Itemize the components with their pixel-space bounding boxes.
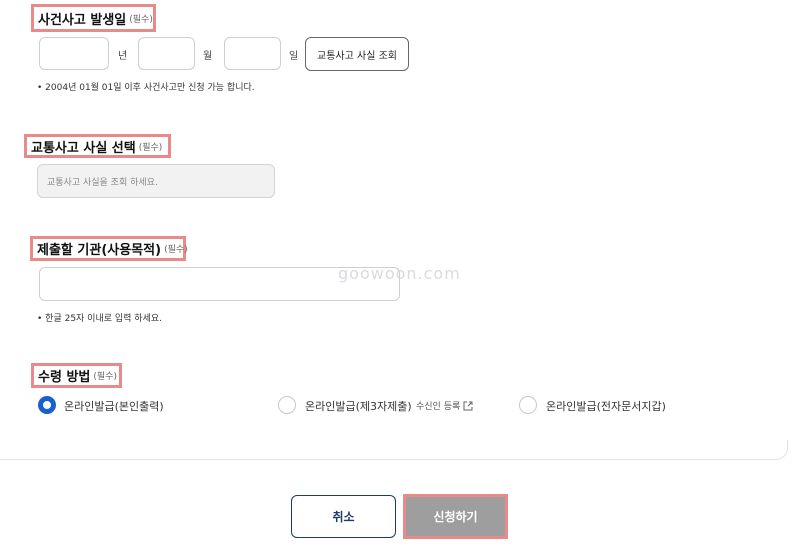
- accident-select-title-highlight: 교통사고 사실 선택 (필수): [24, 134, 171, 158]
- accident-lookup-button[interactable]: 교통사고 사실 조회: [305, 37, 409, 71]
- accident-select-title: 교통사고 사실 선택: [31, 140, 136, 156]
- institution-title: 제출할 기관(사용목적): [37, 243, 162, 258]
- accident-date-title: 사건사고 발생일: [38, 12, 127, 28]
- required-mark: (필수): [93, 372, 117, 382]
- radio-self-print-label[interactable]: 온라인발급(본인출력): [64, 398, 164, 414]
- month-input[interactable]: [138, 37, 195, 70]
- radio-third-party-label[interactable]: 온라인발급(제3자제출): [305, 398, 412, 414]
- radio-self-print[interactable]: [38, 396, 56, 414]
- accident-date-title-highlight: 사건사고 발생일 (필수): [31, 4, 156, 32]
- recipient-register-label: 수신인 등록: [416, 402, 461, 412]
- required-mark: (필수): [129, 14, 153, 25]
- receive-method-title-highlight: 수령 방법 (필수): [31, 363, 122, 388]
- watermark: goowoon.com: [338, 264, 461, 283]
- cancel-button[interactable]: 취소: [291, 495, 396, 538]
- form-card-border: [0, 440, 788, 460]
- month-unit: 월: [203, 51, 213, 62]
- submit-button[interactable]: 신청하기: [403, 494, 508, 539]
- year-input[interactable]: [39, 37, 109, 70]
- day-unit: 일: [289, 51, 299, 62]
- required-mark: (필수): [138, 142, 163, 153]
- accident-date-note: • 2004년 01월 01일 이후 사건사고만 신청 가능 합니다.: [37, 83, 255, 93]
- radio-e-wallet[interactable]: [519, 396, 537, 414]
- institution-title-highlight: 제출할 기관(사용목적) (필수): [30, 236, 188, 261]
- accident-select-field: 교통사고 사실을 조회 하세요.: [37, 164, 275, 198]
- year-unit: 년: [118, 51, 128, 62]
- radio-third-party[interactable]: [278, 396, 296, 414]
- day-input[interactable]: [224, 37, 281, 70]
- external-link-icon: [463, 401, 473, 410]
- radio-e-wallet-label[interactable]: 온라인발급(전자문서지갑): [546, 398, 666, 414]
- institution-note: • 한글 25자 이내로 입력 하세요.: [37, 314, 163, 324]
- recipient-register-link[interactable]: 수신인 등록: [416, 399, 473, 412]
- receive-method-title: 수령 방법: [38, 370, 91, 385]
- required-mark: (필수): [164, 245, 188, 255]
